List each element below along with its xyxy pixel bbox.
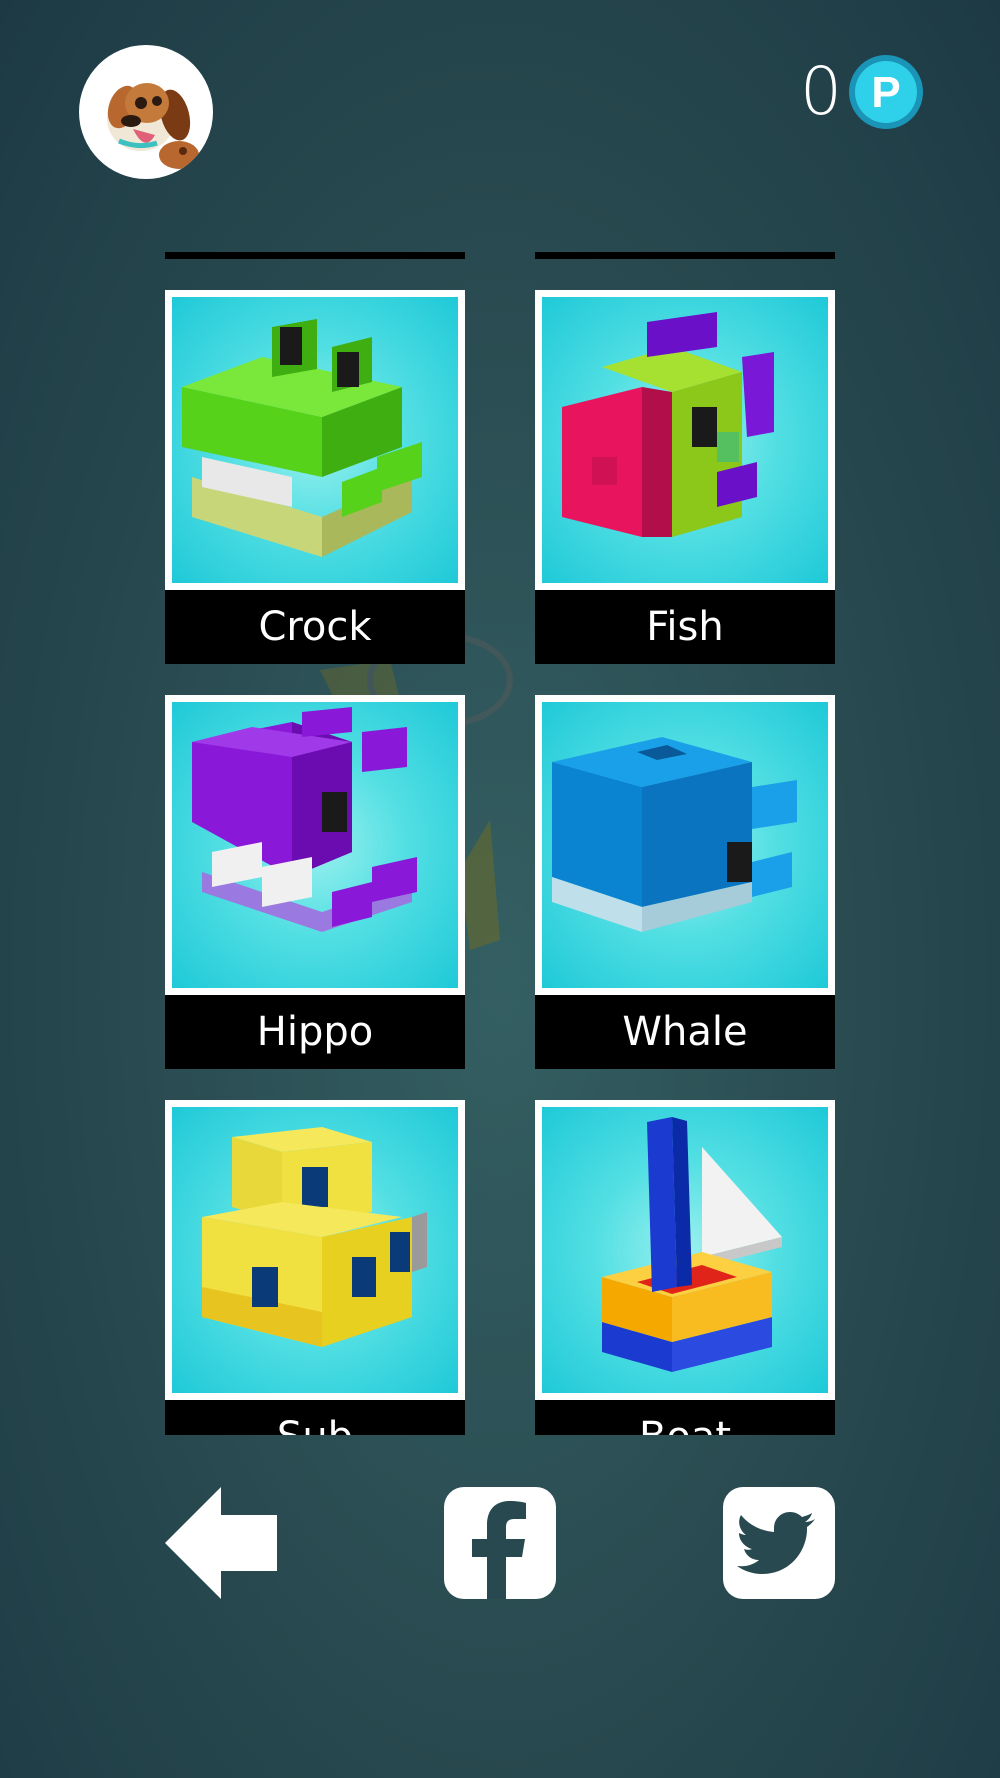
p-coin-icon: P xyxy=(849,55,923,129)
card-image xyxy=(535,695,835,995)
card-image xyxy=(535,290,835,590)
back-button[interactable] xyxy=(165,1487,277,1599)
animal-grid[interactable]: Crock Fish Hippo Whale xyxy=(165,250,835,1435)
hippo-icon xyxy=(192,707,417,932)
card-row-divider xyxy=(535,252,835,259)
card-image xyxy=(165,1100,465,1400)
card-image xyxy=(535,1100,835,1400)
back-arrow-icon xyxy=(165,1487,277,1599)
card-image xyxy=(165,695,465,995)
card-boat[interactable]: Boat xyxy=(535,1100,835,1435)
card-fish[interactable]: Fish xyxy=(535,290,835,664)
whale-icon xyxy=(552,737,797,932)
submarine-icon xyxy=(202,1127,427,1347)
card-row-divider xyxy=(165,252,465,259)
crocodile-icon xyxy=(182,319,422,557)
twitter-icon xyxy=(723,1487,835,1599)
card-hippo[interactable]: Hippo xyxy=(165,695,465,1069)
sailboat-icon xyxy=(602,1117,782,1372)
card-whale[interactable]: Whale xyxy=(535,695,835,1069)
card-label: Whale xyxy=(535,995,835,1069)
card-label: Boat xyxy=(535,1400,835,1435)
coin-count: 0 xyxy=(800,53,842,130)
card-sub[interactable]: Sub xyxy=(165,1100,465,1435)
player-avatar[interactable] xyxy=(79,45,213,179)
coin-letter: P xyxy=(871,68,900,117)
dog-avatar-icon xyxy=(107,83,199,169)
card-label: Sub xyxy=(165,1400,465,1435)
facebook-share-button[interactable] xyxy=(444,1487,556,1599)
card-label: Fish xyxy=(535,590,835,664)
card-label: Hippo xyxy=(165,995,465,1069)
facebook-icon xyxy=(444,1487,556,1599)
card-image xyxy=(165,290,465,590)
twitter-share-button[interactable] xyxy=(723,1487,835,1599)
card-label: Crock xyxy=(165,590,465,664)
fish-icon xyxy=(562,312,774,537)
card-crock[interactable]: Crock xyxy=(165,290,465,664)
coin-counter: 0 P xyxy=(800,52,924,132)
